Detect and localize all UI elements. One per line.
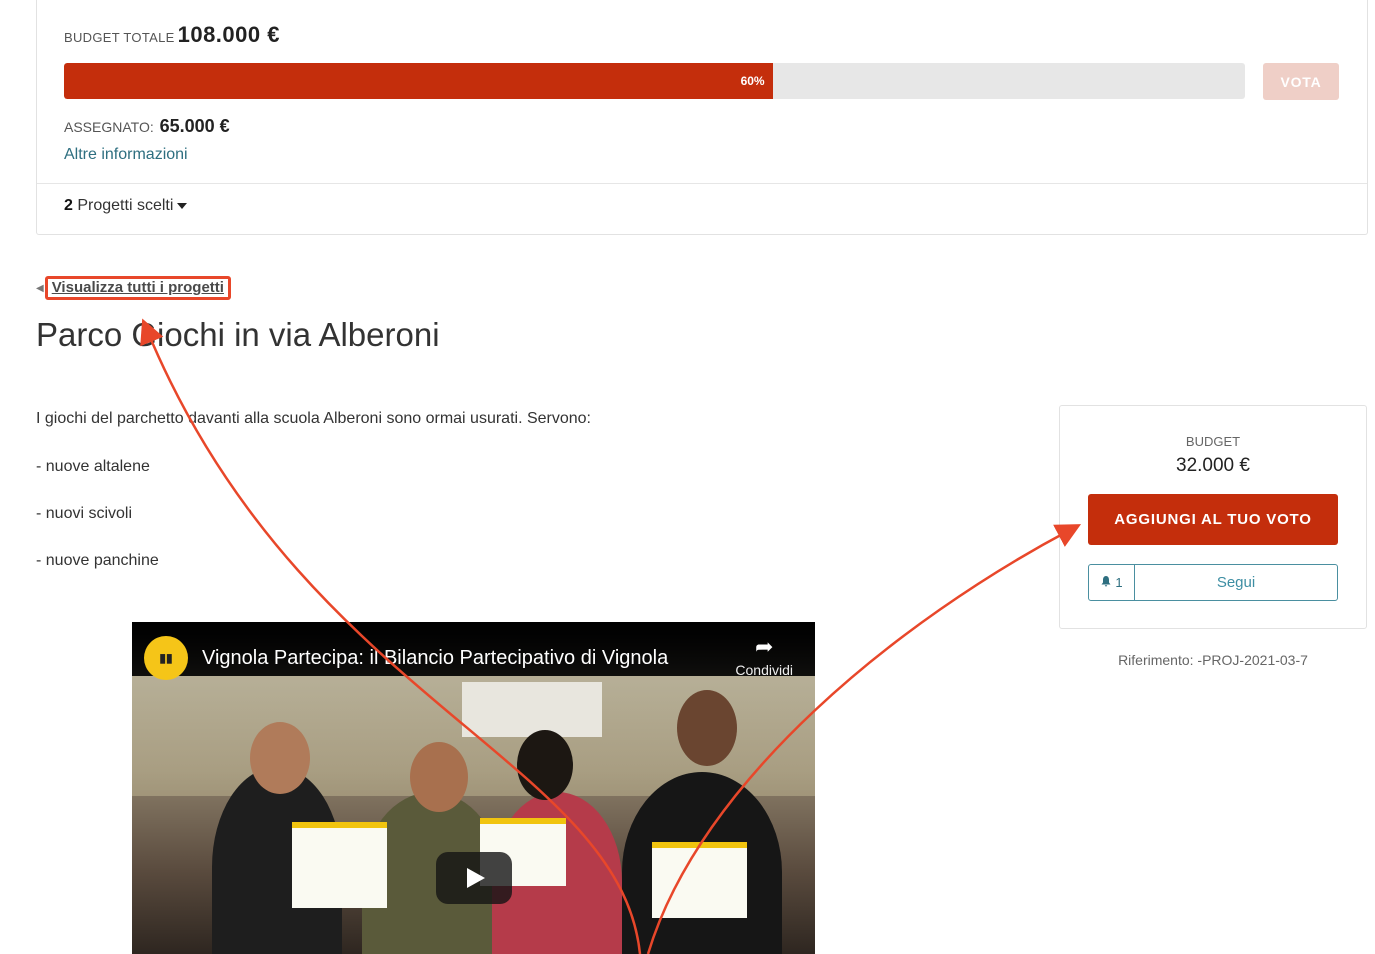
certificate-image [292,822,387,908]
back-link-label[interactable]: Visualizza tutti i progetti [44,276,231,300]
bell-icon [1100,575,1112,590]
video-title[interactable]: Vignola Partecipa: il Bilancio Partecipa… [202,647,668,670]
certificate-image [652,842,747,918]
project-reference: Riferimento: -PROJ-2021-03-7 [1118,652,1308,668]
follower-count: 1 [1089,565,1135,600]
budget-total-value: 108.000 € [177,22,280,47]
play-icon [467,868,485,888]
video-person-head [677,690,737,766]
description-line: - nuove altalene [36,458,150,475]
chosen-count: 2 [64,197,73,214]
more-info-link[interactable]: Altre informazioni [64,146,188,164]
follow-group: 1 Segui [1088,564,1338,601]
video-scene-screen [462,682,602,737]
video-person-head [250,722,310,794]
back-to-projects[interactable]: ◀ Visualizza tutti i progetti [36,276,231,300]
budget-progress-label: 60% [740,74,765,88]
assigned-value: 65.000 € [159,116,230,136]
add-to-vote-button[interactable]: AGGIUNGI AL TUO VOTO [1088,494,1338,545]
follower-count-value: 1 [1115,575,1123,590]
project-budget-label: BUDGET [1185,434,1241,449]
channel-logo-icon[interactable]: ▮▮ [144,636,188,680]
budget-panel: BUDGET TOTALE 108.000 € 60% VOTA ASSEGNAT… [36,0,1368,235]
share-arrow-icon: ➦ [754,634,774,659]
video-person-head [517,730,573,800]
project-budget-card: BUDGET 32.000 € AGGIUNGI AL TUO VOTO 1 S… [1059,405,1367,629]
vote-button[interactable]: VOTA [1263,63,1339,100]
chevron-left-icon: ◀ [36,282,44,294]
assigned-amount: ASSEGNATO: 65.000 € [64,116,230,137]
video-player[interactable]: ▮▮ Vignola Partecipa: il Bilancio Partec… [132,622,815,954]
caret-down-icon [177,202,188,209]
share-label: Condividi [735,662,793,678]
description-line: I giochi del parchetto davanti alla scuo… [36,410,591,427]
description-line: - nuovi scivoli [36,505,133,522]
chosen-projects-toggle[interactable]: 2 Progetti scelti [64,197,188,215]
budget-progress-fill: 60% [64,63,773,99]
share-button[interactable]: ➦ Condividi [735,634,793,679]
budget-total: BUDGET TOTALE 108.000 € [64,22,280,48]
play-button[interactable] [436,852,512,904]
follow-button[interactable]: Segui [1135,565,1337,600]
page-title: Parco Giochi in via Alberoni [36,316,440,353]
budget-progress-bar: 60% [64,63,1245,99]
description-line: - nuove panchine [36,552,159,569]
budget-total-label: BUDGET TOTALE [64,30,175,45]
assigned-label: ASSEGNATO: [64,119,154,135]
video-person-head [410,742,468,812]
chosen-label: Progetti scelti [77,197,174,214]
divider [37,183,1367,184]
project-budget-value: 32.000 € [1176,455,1250,476]
